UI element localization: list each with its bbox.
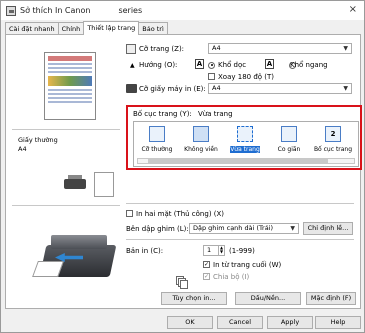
layout-option-fit-to-page[interactable]: Vừa trang bbox=[225, 124, 265, 158]
layout-option-page-layout[interactable]: 2 Bố cục trang bbox=[313, 124, 353, 158]
page-size-label: Cỡ trang (Z): bbox=[139, 45, 185, 53]
printer-preferences-window: Sở thích In Canon series × Cài đặt nhanh … bbox=[0, 0, 365, 333]
landscape-icon: A bbox=[265, 59, 274, 69]
stapling-label: Bên dập ghim (L): bbox=[126, 225, 189, 233]
landscape-label: Khổ ngang bbox=[290, 61, 328, 69]
paper-type-label: Giấy thường bbox=[18, 136, 58, 144]
layout-option-scaled[interactable]: Co giãn bbox=[269, 124, 309, 158]
paper-icon bbox=[94, 172, 114, 197]
copies-range: (1-999) bbox=[229, 247, 255, 255]
spinner-arrows-icon[interactable]: ▲ ▼ bbox=[218, 246, 224, 255]
stamp-background-button[interactable]: Dấu/Nền... bbox=[235, 292, 301, 305]
portrait-icon: A bbox=[195, 59, 204, 69]
title-bar: Sở thích In Canon series × bbox=[1, 1, 364, 20]
pages-stack-icon bbox=[176, 276, 188, 289]
window-title: Sở thích In Canon series bbox=[20, 6, 143, 15]
page-layout-list: Cỡ thường Không viền Vừa trang Co giãn 2… bbox=[133, 121, 359, 167]
divider bbox=[12, 129, 120, 130]
printer-icon bbox=[64, 175, 86, 191]
chevron-down-icon: ▼ bbox=[343, 85, 348, 92]
orientation-label: Hướng (O): bbox=[139, 61, 178, 69]
horizontal-scrollbar[interactable] bbox=[137, 158, 355, 164]
page-layout-label: Bố cục trang (Y): bbox=[133, 110, 192, 118]
borderless-icon bbox=[193, 126, 209, 142]
printer-app-icon bbox=[6, 5, 16, 16]
chevron-down-icon: ▼ bbox=[290, 225, 295, 232]
last-page-first-label: In từ trang cuối (W) bbox=[213, 261, 282, 269]
copies-input[interactable]: 1 ▲ ▼ bbox=[203, 245, 225, 256]
page-layout-icon: 2 bbox=[325, 126, 341, 142]
ok-button[interactable]: OK bbox=[167, 316, 213, 329]
printer-illustration bbox=[32, 231, 117, 281]
page-size-select[interactable]: A4 ▼ bbox=[208, 43, 352, 54]
printer-paper-icon bbox=[126, 84, 137, 93]
printer-paper-size-select[interactable]: A4 ▼ bbox=[208, 83, 352, 94]
duplex-label: In hai mặt (Thủ công) (X) bbox=[136, 210, 225, 218]
page-size-icon bbox=[126, 44, 136, 54]
normal-size-icon bbox=[149, 126, 165, 142]
collate-checkbox[interactable]: ✓ bbox=[203, 273, 210, 280]
paper-size-label: A4 bbox=[18, 145, 27, 153]
copies-label: Bản in (C): bbox=[126, 247, 164, 255]
page-setup-panel: Giấy thường A4 Cỡ trang (Z): A4 ▼ ▲ Hướng… bbox=[5, 34, 362, 309]
page-preview bbox=[44, 52, 96, 120]
apply-button[interactable]: Apply bbox=[267, 316, 313, 329]
help-button[interactable]: Help bbox=[315, 316, 361, 329]
printer-paper-size-label: Cỡ giấy máy in (E): bbox=[139, 85, 206, 93]
tab-page-setup[interactable]: Thiết lập trang bbox=[83, 21, 140, 35]
collate-label: Chia bộ (I) bbox=[213, 273, 250, 281]
rotate-180-label: Xoay 180 độ (T) bbox=[218, 73, 275, 81]
divider bbox=[126, 203, 354, 204]
chevron-down-icon: ▼ bbox=[343, 45, 348, 52]
portrait-label: Khổ dọc bbox=[218, 61, 247, 69]
rotate-180-checkbox[interactable] bbox=[208, 73, 215, 80]
orientation-icon: ▲ bbox=[130, 62, 135, 69]
fit-to-page-icon bbox=[237, 126, 253, 142]
layout-option-borderless[interactable]: Không viền bbox=[181, 124, 221, 158]
layout-option-normal[interactable]: Cỡ thường bbox=[137, 124, 177, 158]
stapling-select[interactable]: Dập ghim cạnh dài (Trái) ▼ bbox=[189, 223, 299, 234]
page-layout-group: Bố cục trang (Y): Vừa trang Cỡ thường Kh… bbox=[126, 105, 362, 170]
close-icon[interactable]: × bbox=[349, 4, 357, 15]
scrollbar-thumb[interactable] bbox=[148, 159, 328, 163]
scaled-icon bbox=[281, 126, 297, 142]
page-layout-current: Vừa trang bbox=[198, 110, 233, 118]
margin-button[interactable]: Chỉ định lề... bbox=[303, 222, 353, 235]
print-options-button[interactable]: Tùy chọn in... bbox=[161, 292, 227, 305]
last-page-first-checkbox[interactable]: ✓ bbox=[203, 261, 210, 268]
portrait-radio[interactable] bbox=[208, 61, 215, 69]
duplex-checkbox[interactable] bbox=[126, 210, 133, 217]
cancel-button[interactable]: Cancel bbox=[217, 316, 263, 329]
defaults-button[interactable]: Mặc định (F) bbox=[306, 292, 356, 305]
divider bbox=[126, 239, 354, 240]
divider bbox=[12, 205, 120, 206]
